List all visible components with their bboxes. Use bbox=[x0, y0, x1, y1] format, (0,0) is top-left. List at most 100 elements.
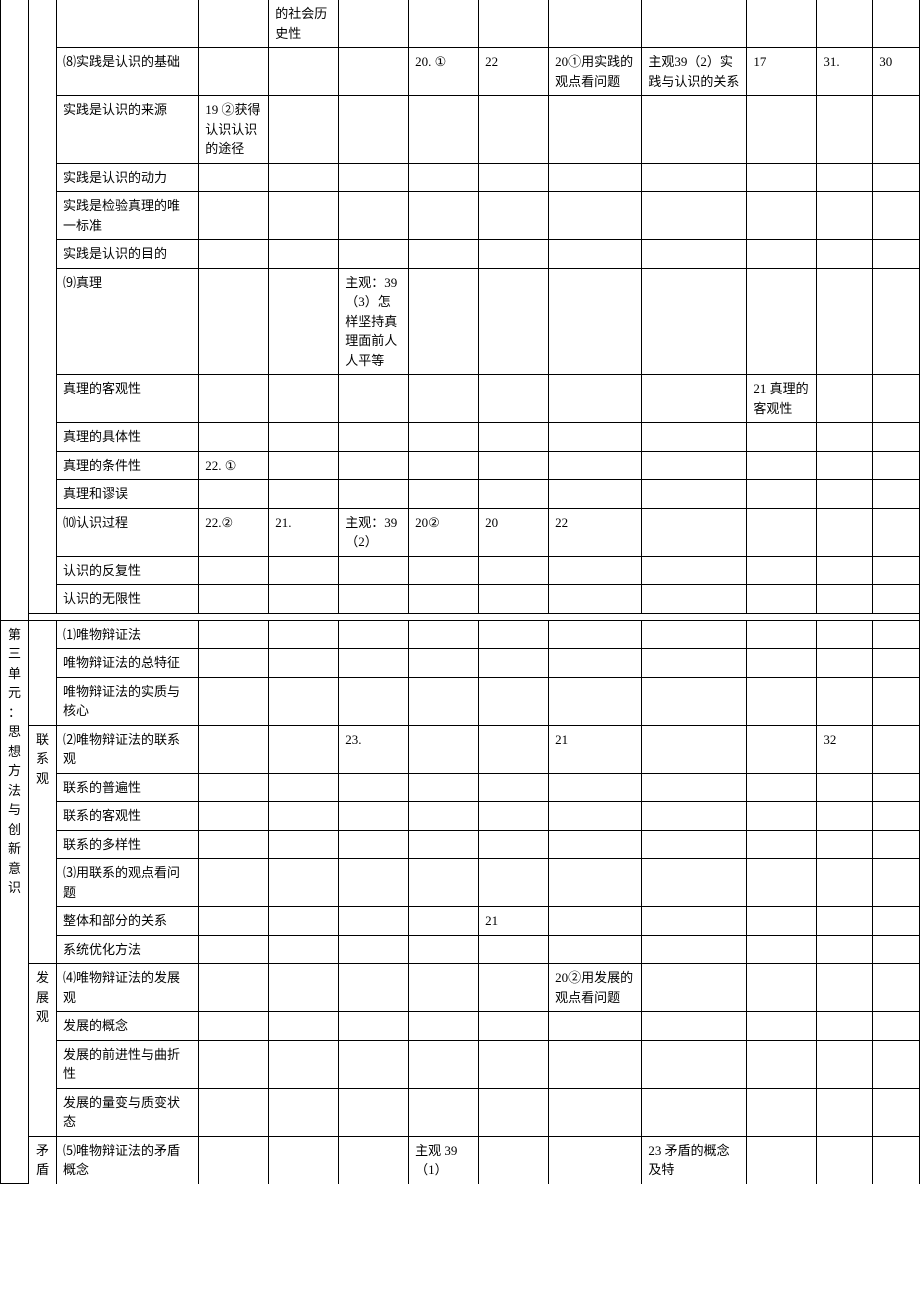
col-8 bbox=[549, 96, 642, 164]
col-9 bbox=[642, 649, 747, 678]
col-11 bbox=[817, 649, 873, 678]
table-row: 真理的具体性 bbox=[1, 423, 920, 452]
col-5: 23. bbox=[339, 725, 409, 773]
col-6 bbox=[409, 556, 479, 585]
col-12 bbox=[873, 0, 920, 48]
col-8 bbox=[549, 268, 642, 375]
topic-cell: 发展的概念 bbox=[56, 1012, 198, 1041]
col-5 bbox=[339, 480, 409, 509]
topic-cell: 整体和部分的关系 bbox=[56, 907, 198, 936]
table-row: 发展的前进性与曲折性 bbox=[1, 1040, 920, 1088]
col-9 bbox=[642, 268, 747, 375]
table-row: 发展的量变与质变状态 bbox=[1, 1088, 920, 1136]
col-10 bbox=[747, 1088, 817, 1136]
unit3-label: 第三单元：思想方法与创新意识 bbox=[1, 620, 29, 1184]
col-3 bbox=[199, 268, 269, 375]
col-7: 21 bbox=[479, 907, 549, 936]
table-row: 实践是认识的动力 bbox=[1, 163, 920, 192]
col-4 bbox=[269, 423, 339, 452]
col-5 bbox=[339, 0, 409, 48]
col-5 bbox=[339, 375, 409, 423]
section-fazhan-label: 发展观 bbox=[28, 964, 56, 1137]
col-10 bbox=[747, 964, 817, 1012]
topic-cell: 联系的多样性 bbox=[56, 830, 198, 859]
col-8: 22 bbox=[549, 508, 642, 556]
col-8 bbox=[549, 240, 642, 269]
col-6 bbox=[409, 0, 479, 48]
col-3 bbox=[199, 725, 269, 773]
col-7 bbox=[479, 1088, 549, 1136]
col-5: 主观：39（3）怎样坚持真理面前人人平等 bbox=[339, 268, 409, 375]
col-4 bbox=[269, 725, 339, 773]
topic-cell: 联系的客观性 bbox=[56, 802, 198, 831]
col-8 bbox=[549, 649, 642, 678]
col-12 bbox=[873, 192, 920, 240]
col-8 bbox=[549, 830, 642, 859]
topic-cell: 实践是认识的动力 bbox=[56, 163, 198, 192]
exam-mapping-table: 的社会历史性 ⑻实践是认识的基础 20. ① 22 20①用实践的观点看问题 主… bbox=[0, 0, 920, 1184]
col-11 bbox=[817, 859, 873, 907]
col-11 bbox=[817, 1012, 873, 1041]
table-row: ⑶用联系的观点看问题 bbox=[1, 859, 920, 907]
table-row: 真理的客观性 21 真理的客观性 bbox=[1, 375, 920, 423]
topic-cell: 联系的普遍性 bbox=[56, 773, 198, 802]
topic-cell: 认识的反复性 bbox=[56, 556, 198, 585]
col-8 bbox=[549, 620, 642, 649]
col-6: 20. ① bbox=[409, 48, 479, 96]
col-5 bbox=[339, 556, 409, 585]
col-3 bbox=[199, 192, 269, 240]
col-7: 22 bbox=[479, 48, 549, 96]
topic-cell: 发展的量变与质变状态 bbox=[56, 1088, 198, 1136]
table-row: ⑽认识过程 22.② 21. 主观：39（2） 20② 20 22 bbox=[1, 508, 920, 556]
topic-cell: ⑽认识过程 bbox=[56, 508, 198, 556]
col-5 bbox=[339, 451, 409, 480]
col-6 bbox=[409, 240, 479, 269]
col-11 bbox=[817, 907, 873, 936]
col-11 bbox=[817, 480, 873, 509]
col-10 bbox=[747, 802, 817, 831]
col-5 bbox=[339, 1040, 409, 1088]
col-3 bbox=[199, 556, 269, 585]
col-4 bbox=[269, 163, 339, 192]
col-5 bbox=[339, 48, 409, 96]
col-7 bbox=[479, 649, 549, 678]
col-7 bbox=[479, 802, 549, 831]
col-9 bbox=[642, 725, 747, 773]
col-9 bbox=[642, 620, 747, 649]
col-4 bbox=[269, 1136, 339, 1184]
col-7 bbox=[479, 1136, 549, 1184]
col-10 bbox=[747, 1012, 817, 1041]
col-10 bbox=[747, 268, 817, 375]
col-9 bbox=[642, 585, 747, 614]
col-7 bbox=[479, 480, 549, 509]
col-7 bbox=[479, 0, 549, 48]
col-3 bbox=[199, 1088, 269, 1136]
col-3 bbox=[199, 649, 269, 678]
col-8: 20①用实践的观点看问题 bbox=[549, 48, 642, 96]
table-row: 系统优化方法 bbox=[1, 935, 920, 964]
table-row: ⑻实践是认识的基础 20. ① 22 20①用实践的观点看问题 主观39（2）实… bbox=[1, 48, 920, 96]
col-3 bbox=[199, 907, 269, 936]
col-12 bbox=[873, 556, 920, 585]
section-col-continued bbox=[28, 0, 56, 613]
col-3 bbox=[199, 163, 269, 192]
col-5 bbox=[339, 802, 409, 831]
col-9: 23 矛盾的概念及特 bbox=[642, 1136, 747, 1184]
col-11 bbox=[817, 96, 873, 164]
col-10 bbox=[747, 556, 817, 585]
topic-cell: 真理和谬误 bbox=[56, 480, 198, 509]
col-6 bbox=[409, 480, 479, 509]
col-12 bbox=[873, 1012, 920, 1041]
col-4 bbox=[269, 859, 339, 907]
col-8 bbox=[549, 585, 642, 614]
col-11 bbox=[817, 192, 873, 240]
col-4 bbox=[269, 192, 339, 240]
col-5 bbox=[339, 240, 409, 269]
col-8 bbox=[549, 1088, 642, 1136]
col-12 bbox=[873, 649, 920, 678]
topic-cell: 唯物辩证法的总特征 bbox=[56, 649, 198, 678]
col-5 bbox=[339, 96, 409, 164]
col-8 bbox=[549, 935, 642, 964]
col-6 bbox=[409, 451, 479, 480]
col-8: 20②用发展的观点看问题 bbox=[549, 964, 642, 1012]
